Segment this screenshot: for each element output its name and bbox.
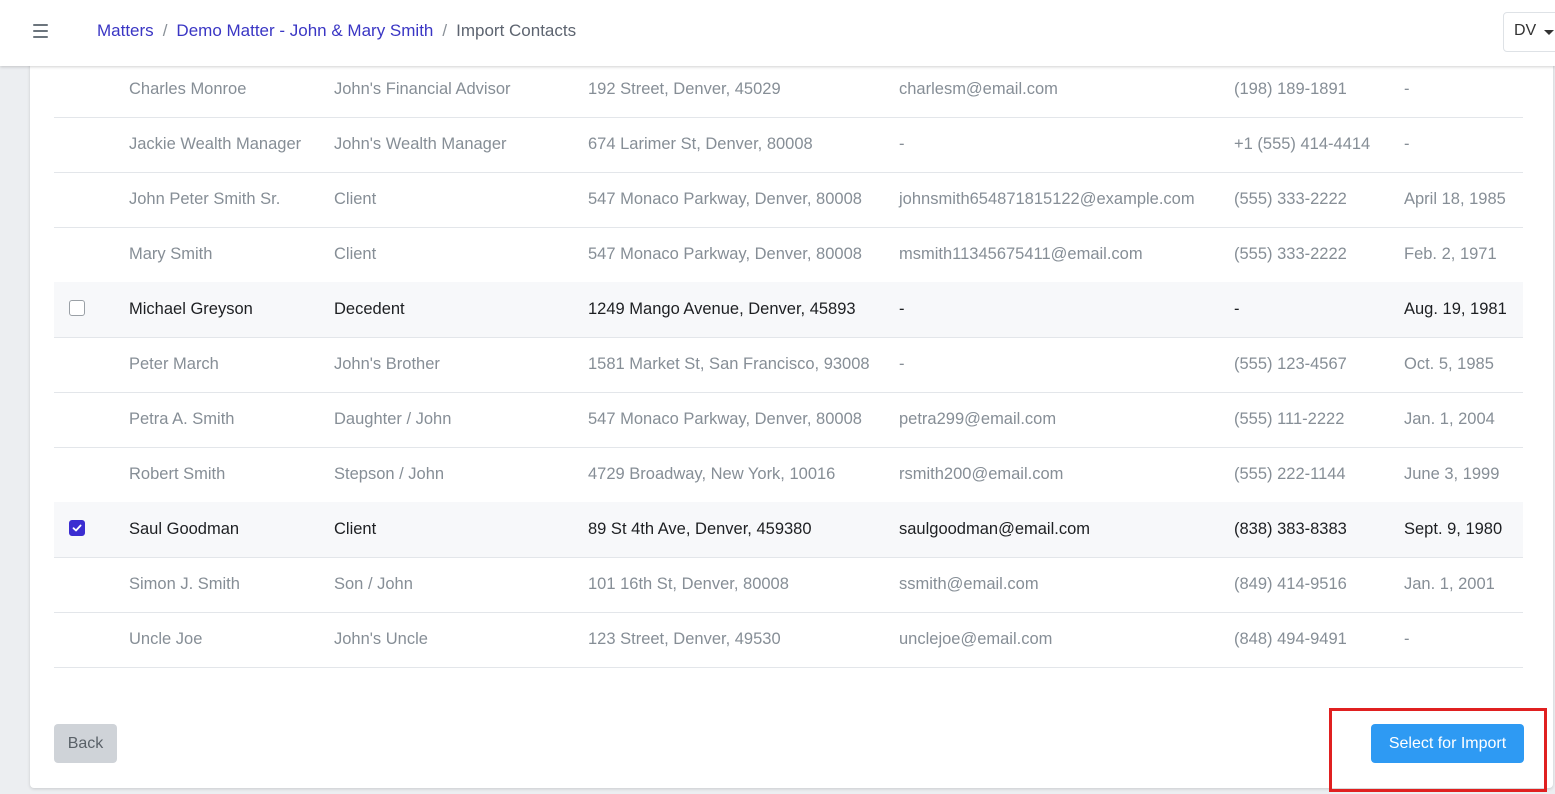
- contact-email: -: [899, 135, 905, 153]
- contact-dob: Aug. 19, 1981: [1404, 300, 1507, 318]
- contact-address: 547 Monaco Parkway, Denver, 80008: [588, 245, 862, 263]
- contact-address: 1581 Market St, San Francisco, 93008: [588, 355, 870, 373]
- contact-email: unclejoe@email.com: [899, 630, 1053, 648]
- contact-phone: (849) 414-9516: [1234, 575, 1347, 593]
- contact-relationship: Decedent: [334, 300, 405, 318]
- breadcrumb-current: Import Contacts: [456, 21, 577, 40]
- contact-phone: (848) 494-9491: [1234, 630, 1347, 648]
- contact-name: Mary Smith: [129, 245, 213, 263]
- contact-dob: Jan. 1, 2001: [1404, 575, 1495, 593]
- contact-relationship: John's Uncle: [334, 630, 428, 648]
- table-row: Peter March John's Brother 1581 Market St,…: [54, 337, 1523, 393]
- user-menu-dropdown[interactable]: DV: [1503, 12, 1555, 52]
- contact-phone: -: [1234, 300, 1240, 318]
- contact-dob: Jan. 1, 2004: [1404, 410, 1495, 428]
- contact-relationship: Client: [334, 245, 377, 263]
- contact-dob: -: [1404, 135, 1410, 153]
- contact-phone: (555) 111-2222: [1234, 410, 1345, 428]
- contact-phone: +1 (555) 414-4414: [1234, 135, 1371, 153]
- contact-dob: June 3, 1999: [1404, 465, 1500, 483]
- table-row: Mary Smith Client 547 Monaco Parkway, Denv…: [54, 227, 1523, 283]
- contact-name: Petra A. Smith: [129, 410, 235, 428]
- breadcrumb: Matters / Demo Matter - John & Mary Smith /…: [97, 20, 576, 42]
- contact-phone: (838) 383-8383: [1234, 520, 1347, 538]
- contact-email: charlesm@email.com: [899, 80, 1058, 98]
- contact-email: johnsmith654871815122@example.com: [899, 190, 1195, 208]
- contact-phone: (198) 189-1891: [1234, 80, 1347, 98]
- contact-name: Robert Smith: [129, 465, 226, 483]
- contact-dob: April 18, 1985: [1404, 190, 1506, 208]
- table-row: John Peter Smith Sr. Client 547 Monaco Par…: [54, 172, 1523, 228]
- row-checkbox[interactable]: [69, 300, 85, 316]
- breadcrumb-link-matters[interactable]: Matters: [97, 21, 154, 40]
- contact-email: msmith11345675411@email.com: [899, 245, 1143, 263]
- contact-address: 4729 Broadway, New York, 10016: [588, 465, 836, 483]
- contact-name: Charles Monroe: [129, 80, 247, 98]
- contact-dob: Sept. 9, 1980: [1404, 520, 1503, 538]
- table-row[interactable]: Michael Greyson Decedent 1249 Mango Avenue…: [54, 282, 1523, 338]
- contact-email: -: [899, 355, 905, 373]
- table-row[interactable]: Saul Goodman Client 89 St 4th Ave, Denver,…: [54, 502, 1523, 558]
- contact-relationship: John's Financial Advisor: [334, 80, 511, 98]
- contact-email: petra299@email.com: [899, 410, 1057, 428]
- contact-address: 547 Monaco Parkway, Denver, 80008: [588, 190, 862, 208]
- contacts-card: Bill SpacemanJohn's Primary Care Physici…: [30, 40, 1553, 788]
- contact-address: 123 Street, Denver, 49530: [588, 630, 781, 648]
- table-row: Charles Monroe John's Financial Advisor 19…: [54, 62, 1523, 118]
- contact-address: 89 St 4th Ave, Denver, 459380: [588, 520, 812, 538]
- breadcrumb-separator: /: [442, 21, 448, 40]
- contact-email: saulgoodman@email.com: [899, 520, 1091, 538]
- table-row: Petra A. Smith Daughter / John 547 Monaco …: [54, 392, 1523, 448]
- contact-dob: Oct. 5, 1985: [1404, 355, 1494, 373]
- contact-name: Michael Greyson: [129, 300, 253, 318]
- table-row: Uncle Joe John's Uncle 123 Street, Denver,…: [54, 612, 1523, 668]
- contact-dob: -: [1404, 80, 1410, 98]
- contact-phone: (555) 123-4567: [1234, 355, 1347, 373]
- contact-phone: (555) 333-2222: [1234, 245, 1347, 263]
- contact-dob: -: [1404, 630, 1410, 648]
- contact-name: Saul Goodman: [129, 520, 240, 538]
- contact-name: John Peter Smith Sr.: [129, 190, 281, 208]
- contact-phone: (555) 222-1144: [1234, 465, 1346, 483]
- contact-relationship: John's Wealth Manager: [334, 135, 507, 153]
- contact-email: -: [899, 300, 905, 318]
- contact-address: 101 16th St, Denver, 80008: [588, 575, 789, 593]
- breadcrumb-separator: /: [162, 21, 168, 40]
- contact-name: Uncle Joe: [129, 630, 203, 648]
- contact-relationship: Client: [334, 520, 377, 538]
- contact-email: rsmith200@email.com: [899, 465, 1064, 483]
- caret-down-icon: [1544, 30, 1554, 35]
- contact-relationship: Stepson / John: [334, 465, 445, 483]
- select-for-import-button[interactable]: Select for Import: [1371, 724, 1524, 763]
- user-initials: DV: [1514, 22, 1537, 39]
- contact-name: Simon J. Smith: [129, 575, 240, 593]
- contact-relationship: Daughter / John: [334, 410, 452, 428]
- contact-address: 192 Street, Denver, 45029: [588, 80, 781, 98]
- back-button[interactable]: Back: [54, 724, 117, 763]
- row-checkbox-checked[interactable]: [69, 520, 85, 536]
- table-row: Jackie Wealth Manager John's Wealth Manag…: [54, 117, 1523, 173]
- contact-name: Jackie Wealth Manager: [129, 135, 302, 153]
- breadcrumb-link-matter[interactable]: Demo Matter - John & Mary Smith: [176, 21, 433, 40]
- contact-relationship: Son / John: [334, 575, 413, 593]
- check-icon: [72, 524, 82, 532]
- contact-address: 674 Larimer St, Denver, 80008: [588, 135, 813, 153]
- contact-relationship: John's Brother: [334, 355, 440, 373]
- table-row: Simon J. Smith Son / John 101 16th St, Den…: [54, 557, 1523, 613]
- contact-address: 1249 Mango Avenue, Denver, 45893: [588, 300, 856, 318]
- contact-relationship: Client: [334, 190, 377, 208]
- contact-dob: Feb. 2, 1971: [1404, 245, 1497, 263]
- hamburger-menu-icon[interactable]: [33, 24, 49, 38]
- contact-phone: (555) 333-2222: [1234, 190, 1347, 208]
- table-row: Robert Smith Stepson / John 4729 Broadway,…: [54, 447, 1523, 503]
- contact-address: 547 Monaco Parkway, Denver, 80008: [588, 410, 862, 428]
- top-navbar: Matters / Demo Matter - John & Mary Smith /…: [0, 0, 1555, 66]
- contact-email: ssmith@email.com: [899, 575, 1039, 593]
- contact-name: Peter March: [129, 355, 219, 373]
